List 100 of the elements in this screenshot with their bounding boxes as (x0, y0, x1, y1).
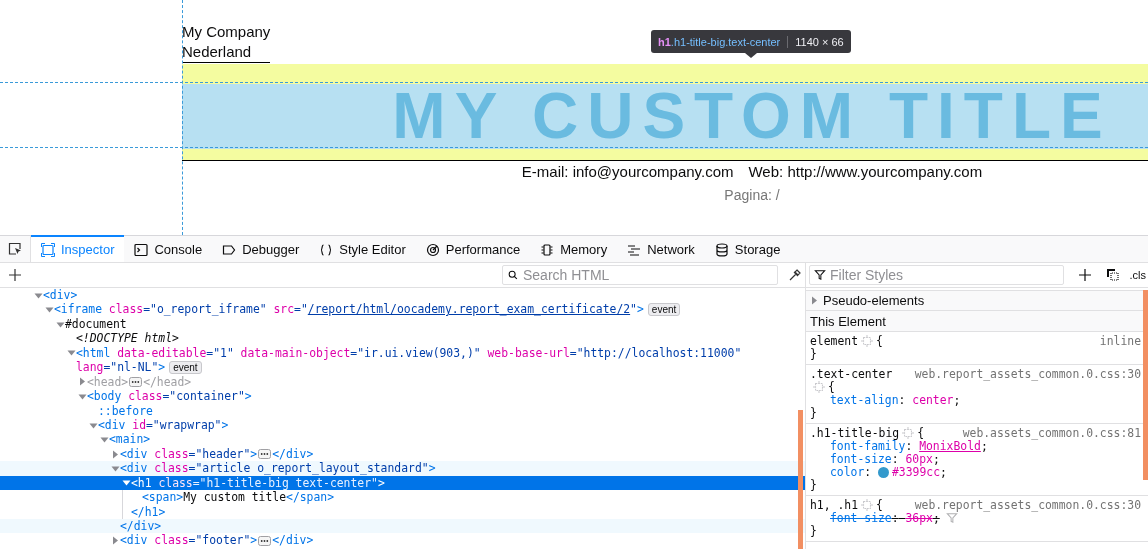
tree-row[interactable]: <!DOCTYPE html> (0, 331, 805, 346)
triangle-right-icon[interactable] (78, 377, 87, 387)
tree-row[interactable]: <div class="header"> </div> (0, 446, 805, 462)
markup-text: ::before (98, 403, 153, 418)
markup-text: <iframe class="o_report_iframe" src="/report/html/oocademy.report_exam_certificate/2"> (54, 302, 644, 317)
tree-row[interactable]: </div> (0, 519, 805, 534)
brace: } (810, 524, 817, 538)
css-declaration[interactable]: color: #3399cc; (830, 465, 947, 479)
triangle-down-icon[interactable] (45, 305, 54, 315)
devtools-tab[interactable]: Console (124, 235, 213, 262)
scrollbar-thumb[interactable] (1143, 290, 1148, 480)
search-icon (507, 269, 519, 281)
brace: { (876, 498, 883, 512)
target-icon (861, 499, 873, 511)
tree-row[interactable]: <div class="article o_report_layout_standard"> (0, 461, 805, 476)
element-tooltip: h1.h1-title-big.text-center 1140 × 66 (651, 30, 851, 58)
devtools-tab[interactable]: Debugger (212, 235, 310, 262)
database-icon (714, 242, 729, 257)
tree-row[interactable]: <main> (0, 432, 805, 447)
markup-text: <div class="header"> (120, 446, 258, 462)
triangle-down-icon[interactable] (122, 478, 131, 488)
target-icon (813, 381, 825, 393)
tree-row[interactable]: <div> (0, 288, 805, 303)
css-declaration[interactable]: font-size: 60px; (830, 452, 940, 466)
tree-row[interactable]: <div class="footer"> </div> (0, 533, 805, 548)
collapsed-content-icon[interactable] (258, 449, 272, 460)
frame-icon (41, 242, 55, 257)
triangle-right-icon[interactable] (111, 449, 120, 459)
lines-icon (627, 242, 642, 257)
brace: } (810, 406, 817, 420)
devtools-tab[interactable]: Memory (530, 235, 618, 262)
tree-row[interactable]: <iframe class="o_report_iframe" src="/report/html/oocademy.report_exam_certificate/2"> event (0, 302, 805, 317)
markup-text: <div class="footer"> (120, 533, 258, 548)
filter-field[interactable]: Filter Styles (809, 265, 1064, 285)
collapsed-content-icon[interactable] (129, 376, 143, 387)
eyedropper-icon (788, 268, 802, 282)
brace: { (917, 426, 924, 440)
brace: { (828, 380, 835, 394)
triangle-right-icon[interactable] (111, 536, 120, 546)
triangle-down-icon[interactable] (100, 435, 109, 445)
markup-text: <h1 class="h1-title-big text-center"> (131, 475, 385, 491)
filter-icon (945, 512, 958, 524)
markup-text: <head> (87, 374, 129, 390)
tree-row[interactable]: </h1> (0, 504, 805, 519)
triangle-right-icon[interactable] (810, 296, 819, 305)
css-declaration[interactable]: text-align: center; (830, 393, 961, 407)
class-toggle[interactable]: .cls (1127, 269, 1148, 281)
color-swatch[interactable] (878, 467, 889, 478)
rule-selector: .text-center (810, 367, 893, 381)
search-field[interactable]: Search HTML (502, 265, 778, 285)
markup-text: <main> (109, 432, 151, 447)
devtools-tab[interactable]: Performance (415, 235, 531, 262)
company-address: My Company Nederland (182, 22, 271, 63)
event-badge[interactable]: event (169, 360, 202, 374)
element-picker-icon (8, 242, 22, 256)
rule-selector: .h1-title-big (810, 426, 900, 440)
filter-icon (814, 269, 826, 281)
rule-selector: element (810, 334, 858, 348)
devtools-tab[interactable]: Inspector (31, 235, 125, 262)
collapsed-content-icon[interactable] (258, 535, 272, 546)
brace: } (810, 347, 817, 361)
brace: { (876, 334, 883, 348)
tree-row[interactable]: <body class="container"> (0, 389, 805, 404)
markup-text: <div class="article o_report_layout_standard"> (120, 461, 436, 476)
markup-text: lang="nl-NL"> (76, 360, 166, 375)
page-number: Pagina: / (724, 187, 780, 203)
braces-icon (319, 242, 334, 257)
devtools-tab[interactable]: Style Editor (309, 235, 416, 262)
markup-text: <div> (43, 288, 78, 303)
devtools-tab[interactable]: Storage (704, 235, 791, 262)
rule-source[interactable]: web.report_assets_common.0.css:30 (914, 368, 1141, 394)
tree-row[interactable]: lang="nl-NL"> event (0, 360, 805, 375)
css-declaration[interactable]: font-size: 36px; (830, 511, 940, 525)
tag-icon (222, 242, 237, 257)
markup-text: <body class="container"> (87, 389, 252, 404)
markup-text: <div id="wrapwrap"> (98, 417, 229, 433)
rule-source[interactable]: web.assets_common.0.css:81 (962, 427, 1141, 440)
target-icon (861, 335, 873, 347)
tree-row[interactable]: ::before (0, 403, 805, 418)
css-declaration[interactable]: font-family: MonixBold; (830, 439, 988, 453)
tree-row[interactable]: #document (0, 316, 805, 332)
brace: } (810, 478, 817, 492)
markup-text: </div> (120, 519, 162, 534)
triangle-down-icon[interactable] (67, 348, 76, 358)
tree-row[interactable]: <span>My custom title</span> (0, 490, 805, 505)
devtools-tab[interactable]: Network (617, 235, 705, 262)
page-title: MY CUSTOM TITLE (392, 84, 1112, 149)
markup-text: </head> (143, 374, 192, 390)
rule-source[interactable]: web.report_assets_common.0.css:30 (914, 499, 1141, 512)
tree-row[interactable]: <html data-editable="1" data-main-object="ir.ui.view(903,)" web-base-url="http://localhost:11000" (0, 345, 805, 361)
tree-row[interactable]: <div id="wrapwrap"> (0, 417, 805, 433)
plus-icon (8, 268, 22, 282)
markup-text: <!DOCTYPE html> (76, 331, 179, 346)
markup-text: </h1> (131, 504, 166, 519)
rule-source[interactable]: inline (1099, 335, 1141, 348)
search-input[interactable]: Search HTML (523, 266, 773, 284)
filter-input[interactable]: Filter Styles (830, 266, 1059, 284)
scrollbar-thumb[interactable] (798, 410, 803, 549)
event-badge[interactable]: event (647, 303, 681, 317)
chip-icon (540, 242, 555, 257)
